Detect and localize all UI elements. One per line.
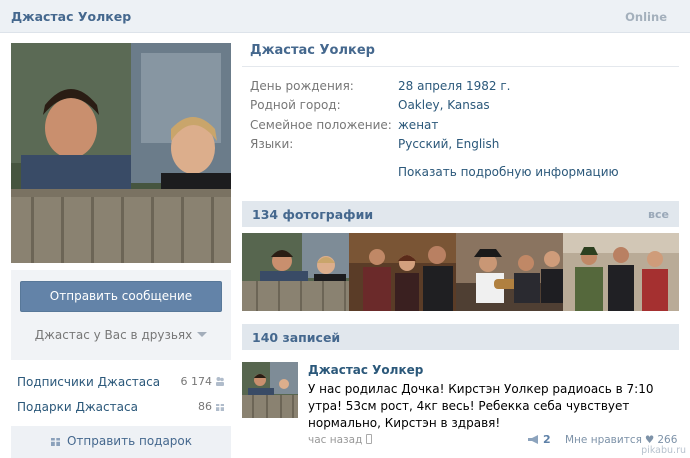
info-label: Языки: bbox=[250, 137, 294, 151]
relationship-value[interactable]: женат bbox=[398, 118, 438, 132]
gift-icon bbox=[216, 402, 224, 411]
divider bbox=[242, 66, 679, 67]
action-box: Отправить сообщение Джастас у Вас в друз… bbox=[11, 270, 231, 360]
posts-title: 140 записей bbox=[252, 330, 341, 345]
send-message-button[interactable]: Отправить сообщение bbox=[20, 281, 222, 312]
gifts-count: 86 bbox=[198, 400, 225, 413]
gift-icon bbox=[50, 436, 60, 446]
mobile-icon bbox=[366, 434, 373, 444]
show-more-info-link[interactable]: Показать подробную информацию bbox=[398, 165, 619, 179]
photo-thumb[interactable] bbox=[349, 233, 465, 311]
friend-status-dropdown[interactable]: Джастас у Вас в друзьях bbox=[11, 328, 231, 342]
languages-value[interactable]: Русский, English bbox=[398, 137, 499, 151]
send-gift-label: Отправить подарок bbox=[66, 434, 193, 448]
followers-count: 6 174 bbox=[181, 375, 226, 388]
photos-all-link[interactable]: все bbox=[648, 208, 669, 221]
chevron-down-icon bbox=[197, 332, 208, 337]
gifts-link[interactable]: Подарки Джастаса 86 bbox=[17, 400, 225, 414]
people-icon bbox=[216, 377, 224, 386]
photos-title: 134 фотографии bbox=[252, 207, 374, 222]
watermark: pikabu.ru bbox=[641, 445, 686, 456]
photo-thumb[interactable] bbox=[563, 233, 679, 311]
header-name: Джастас Уолкер bbox=[11, 9, 132, 24]
online-status: Online bbox=[625, 10, 667, 24]
gifts-label: Подарки Джастаса bbox=[17, 400, 138, 414]
like-label: Мне нравится bbox=[565, 434, 642, 446]
post-time[interactable]: час назад bbox=[308, 434, 373, 446]
birthday-value[interactable]: 28 апреля 1982 г. bbox=[398, 79, 510, 93]
followers-label: Подписчики Джастаса bbox=[17, 375, 161, 389]
info-label: Семейное положение: bbox=[250, 118, 392, 132]
photo-thumb[interactable] bbox=[242, 233, 358, 311]
megaphone-icon bbox=[528, 435, 538, 444]
top-bar: Джастас Уолкер Online bbox=[0, 0, 690, 33]
profile-avatar[interactable] bbox=[11, 43, 231, 263]
photos-header[interactable]: 134 фотографии все bbox=[242, 201, 679, 227]
info-label: Родной город: bbox=[250, 98, 341, 112]
friend-status-label: Джастас у Вас в друзьях bbox=[34, 328, 193, 342]
profile-name: Джастас Уолкер bbox=[250, 43, 375, 58]
followers-link[interactable]: Подписчики Джастаса 6 174 bbox=[17, 375, 225, 389]
repost-button[interactable]: 2 bbox=[528, 433, 551, 446]
photo-thumb[interactable] bbox=[456, 233, 572, 311]
post-image[interactable] bbox=[242, 362, 298, 418]
send-gift-button[interactable]: Отправить подарок bbox=[11, 426, 231, 458]
info-label: День рождения: bbox=[250, 79, 354, 93]
post-text: У нас родилас Дочка! Кирстэн Уолкер ради… bbox=[308, 382, 654, 430]
posts-header[interactable]: 140 записей bbox=[242, 324, 679, 350]
hometown-value[interactable]: Oakley, Kansas bbox=[398, 98, 490, 112]
post-author-link[interactable]: Джастас Уолкер bbox=[308, 363, 423, 377]
